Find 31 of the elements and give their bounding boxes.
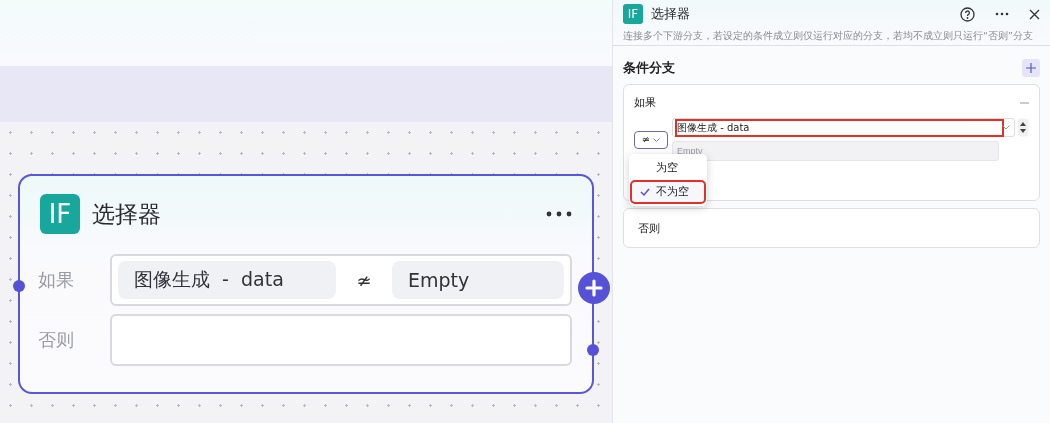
section-title: 条件分支 [623, 59, 675, 77]
plus-icon [1026, 63, 1036, 73]
close-icon[interactable] [1029, 8, 1040, 20]
add-icon[interactable] [578, 272, 610, 304]
input-port[interactable] [13, 280, 25, 292]
add-branch-button[interactable] [1022, 59, 1040, 77]
operator-symbol: ≄ [355, 269, 373, 291]
condition-box[interactable]: 图像生成 - data ≄ Empty [110, 254, 572, 306]
panel-description: 连接多个下游分支，若设定的条件成立则仅运行对应的分支，若均不成立则只运行“否则”分支 [623, 30, 1034, 43]
more-icon[interactable] [546, 211, 572, 217]
more-icon[interactable] [995, 12, 1009, 16]
node-title: 选择器 [92, 199, 162, 229]
operator-select[interactable]: ≄ [634, 130, 668, 149]
card-title: 否则 [638, 220, 660, 236]
caret-icon[interactable] [1002, 125, 1010, 130]
help-icon[interactable] [960, 6, 975, 22]
branch-label: 如果 [38, 268, 75, 292]
caret-icon [653, 137, 661, 142]
dropdown-option[interactable]: 为空 [632, 158, 704, 178]
card-title: 如果 [634, 95, 656, 110]
selector-node[interactable]: IF 选择器 如果 图像生成 - data ≄ Empty 否则 [18, 174, 594, 394]
variable-select[interactable]: 图像生成 - data [672, 118, 1015, 137]
panel-badge: IF [623, 4, 643, 24]
variable-chip: 图像生成 - data [118, 261, 336, 299]
check-icon [640, 187, 650, 197]
dropdown-option[interactable]: 不为空 [632, 182, 704, 202]
value-chip: Empty [392, 261, 564, 299]
panel-title: 选择器 [651, 5, 691, 23]
node-badge: IF [40, 194, 80, 234]
branch-label: 否则 [38, 328, 75, 352]
stepper-icon[interactable] [1017, 118, 1029, 137]
